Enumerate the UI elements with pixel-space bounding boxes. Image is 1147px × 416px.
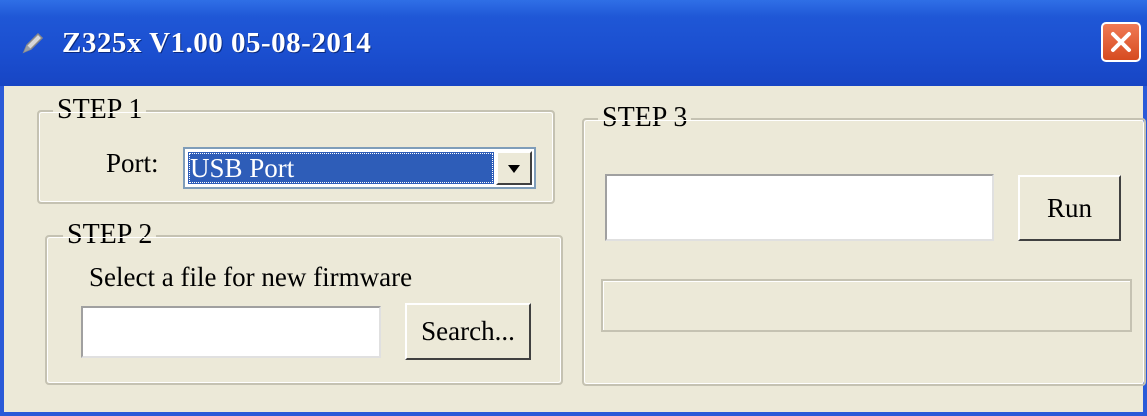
step3-legend: STEP 3 (598, 102, 692, 134)
search-button[interactable]: Search... (405, 303, 531, 360)
port-dropdown-button[interactable] (496, 151, 532, 185)
pen-icon (20, 30, 46, 56)
close-button[interactable] (1101, 22, 1141, 62)
firmware-instruction: Select a file for new firmware (89, 262, 413, 292)
run-path-input[interactable] (605, 174, 994, 241)
port-select-value: USB Port (188, 152, 494, 184)
run-button[interactable]: Run (1018, 175, 1121, 241)
app-window: Z325x V1.00 05-08-2014 STEP 1 Port: USB … (0, 0, 1147, 416)
step1-legend: STEP 1 (53, 94, 147, 126)
close-icon (1111, 32, 1131, 52)
step2-legend: STEP 2 (63, 219, 157, 251)
progress-bar (601, 279, 1132, 332)
port-select[interactable]: USB Port (183, 147, 536, 189)
chevron-down-icon (508, 165, 520, 173)
firmware-file-input[interactable] (81, 306, 381, 358)
title-bar[interactable]: Z325x V1.00 05-08-2014 (0, 0, 1147, 86)
step3-group: STEP 3 (582, 102, 1146, 386)
window-title: Z325x V1.00 05-08-2014 (62, 27, 372, 59)
port-label: Port: (106, 148, 159, 178)
